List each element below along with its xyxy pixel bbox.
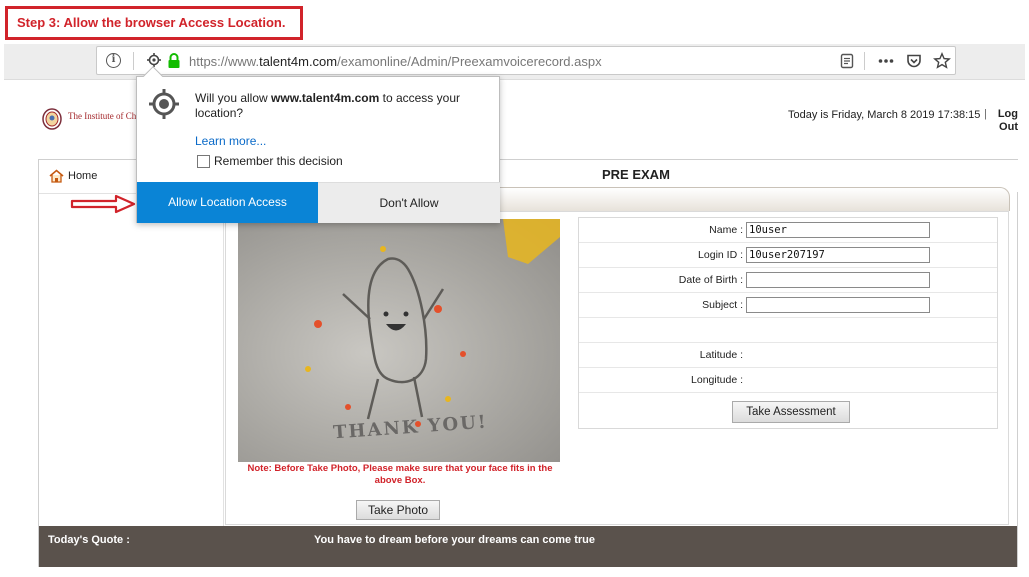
popup-message: Will you allow www.talent4m.com to acces…	[195, 91, 485, 121]
url-separator	[133, 52, 134, 70]
quote-label: Today's Quote :	[48, 534, 130, 546]
header-separator: |	[984, 108, 987, 120]
longitude-label: Longitude :	[691, 374, 743, 386]
institute-logo	[42, 108, 62, 130]
name-field[interactable]: 10user	[746, 222, 930, 238]
current-date: Today is Friday, March 8 2019 17:38:15	[788, 109, 981, 121]
take-assessment-button[interactable]: Take Assessment	[732, 401, 850, 423]
dont-allow-button[interactable]: Don't Allow	[318, 182, 500, 223]
step-instruction-banner: Step 3: Allow the browser Access Locatio…	[5, 6, 303, 40]
form-row-dob: Date of Birth :	[579, 268, 997, 293]
bookmark-star-icon[interactable]	[933, 52, 951, 70]
institute-name: The Institute of Charter	[68, 111, 138, 121]
popup-message-domain: www.talent4m.com	[271, 91, 380, 105]
name-label: Name :	[709, 224, 743, 236]
form-row-longitude: Longitude :	[579, 368, 997, 393]
candidate-form: Name : 10user Login ID : 10user207197 Da…	[578, 217, 998, 429]
form-row-name: Name : 10user	[579, 218, 997, 243]
nav-home-label: Home	[68, 170, 98, 182]
more-icon[interactable]	[877, 52, 895, 70]
annotation-arrow-icon	[70, 194, 136, 214]
webcam-preview: THANK YOU!	[238, 219, 560, 462]
url-text[interactable]: https://www.talent4m.com/examonline/Admi…	[189, 54, 602, 69]
latitude-label: Latitude :	[699, 349, 743, 361]
logout-link[interactable]: Log Out	[988, 108, 1018, 134]
url-path: /examonline/Admin/Preexamvoicerecord.asp…	[337, 54, 602, 69]
take-photo-button[interactable]: Take Photo	[356, 500, 440, 520]
login-id-field[interactable]: 10user207197	[746, 247, 930, 263]
reader-view-icon[interactable]	[838, 52, 856, 70]
location-icon[interactable]	[147, 53, 161, 67]
side-nav	[39, 194, 224, 527]
remember-checkbox[interactable]	[197, 154, 210, 168]
form-row-blank	[579, 318, 997, 343]
url-bar[interactable]: i https://www.talent4m.com/examonline/Ad…	[96, 46, 956, 75]
quote-bar: Today's Quote : You have to dream before…	[39, 526, 1017, 567]
home-icon	[49, 169, 64, 183]
location-icon	[149, 89, 179, 119]
exam-content: THANK YOU! Note: Before Take Photo, Plea…	[225, 211, 1009, 525]
photo-note: Note: Before Take Photo, Please make sur…	[247, 463, 553, 486]
lock-icon[interactable]	[167, 53, 181, 68]
subject-label: Subject :	[702, 299, 743, 311]
learn-more-link[interactable]: Learn more...	[195, 134, 266, 148]
login-id-label: Login ID :	[698, 249, 743, 261]
form-row-subject: Subject :	[579, 293, 997, 318]
dob-label: Date of Birth :	[678, 274, 743, 286]
form-row-latitude: Latitude :	[579, 343, 997, 368]
pocket-icon[interactable]	[905, 52, 923, 70]
remember-decision[interactable]: Remember this decision	[197, 154, 343, 168]
toolbar-separator	[864, 52, 865, 70]
page-title: PRE EXAM	[602, 167, 670, 182]
url-prefix: https://www.	[189, 54, 260, 69]
quote-text: You have to dream before your dreams can…	[314, 534, 595, 546]
form-row-login: Login ID : 10user207197	[579, 243, 997, 268]
info-icon[interactable]: i	[106, 53, 121, 68]
nav-home[interactable]: Home	[49, 169, 97, 183]
popup-message-pre: Will you allow	[195, 91, 272, 105]
location-permission-popup: Will you allow www.talent4m.com to acces…	[136, 66, 500, 223]
dob-field[interactable]	[746, 272, 930, 288]
remember-label: Remember this decision	[214, 154, 343, 168]
subject-field[interactable]	[746, 297, 930, 313]
url-domain: talent4m.com	[259, 54, 338, 69]
allow-location-button[interactable]: Allow Location Access	[137, 182, 318, 223]
